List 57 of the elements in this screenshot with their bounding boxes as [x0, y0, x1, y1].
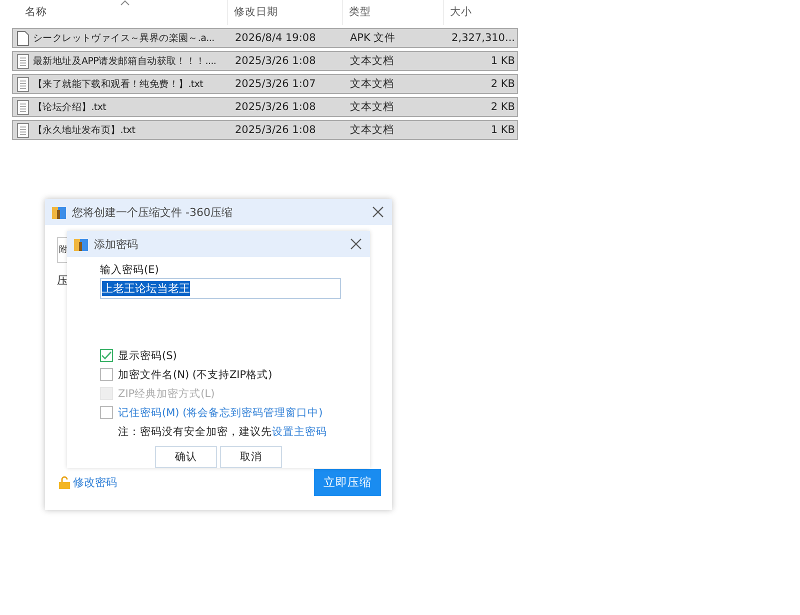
file-name: 【来了就能下载和观看！纯免费！】.txt — [33, 78, 204, 90]
column-header[interactable]: 类型 — [343, 0, 444, 25]
file-type: APK 文件 — [349, 31, 397, 45]
password-field[interactable]: 上老王论坛当老王 — [100, 278, 341, 299]
text-file-icon — [17, 54, 29, 68]
file-size: 2,327,310... — [450, 32, 516, 44]
note-text: 注：密码没有安全加密，建议先 — [118, 426, 272, 438]
file-name: 最新地址及APP请发邮箱自动获取！！！.... — [33, 54, 216, 68]
file-name: 【论坛介绍】.txt — [33, 100, 106, 114]
check-icon — [101, 351, 112, 360]
dialog-button[interactable]: 确认 — [155, 446, 217, 468]
file-name: 【永久地址发布页】.txt — [33, 124, 136, 136]
file-type: 文本文档 — [349, 54, 395, 68]
file-name: シークレットヴァイス～異界の楽園～.a... — [33, 32, 214, 44]
file-type: 文本文档 — [349, 123, 395, 137]
column-header[interactable]: 修改日期 — [228, 0, 343, 25]
checkbox[interactable] — [100, 368, 113, 381]
file-date: 2026/8/4 19:08 — [234, 32, 317, 44]
file-row[interactable]: 最新地址及APP请发邮箱自动获取！！！.... 2025/3/26 1:08 文本文档 1 KB — [12, 51, 518, 71]
option-label: 显示密码(S) — [118, 348, 177, 362]
column-header[interactable]: 名称 — [12, 0, 228, 25]
file-size: 2 KB — [490, 78, 516, 90]
file-date: 2025/3/26 1:08 — [234, 101, 317, 113]
file-date: 2025/3/26 1:07 — [234, 78, 317, 90]
file-size: 1 KB — [490, 55, 516, 67]
text-file-icon — [17, 122, 29, 138]
file-date: 2025/3/26 1:08 — [234, 55, 317, 67]
file-row[interactable]: シークレットヴァイス～異界の楽園～.a... 2026/8/4 19:08 APK 文件 2,327,310... — [12, 28, 518, 48]
lock-icon — [59, 476, 70, 489]
file-type: 文本文档 — [349, 100, 395, 114]
text-file-icon — [17, 76, 29, 92]
label-text: 压 — [57, 273, 68, 288]
archive-icon — [73, 236, 89, 252]
dialog-button[interactable]: 取消 — [220, 446, 282, 468]
option-label: 加密文件名(N) (不支持ZIP格式) — [118, 368, 272, 382]
file-size: 1 KB — [490, 124, 516, 136]
option-link[interactable]: 记住密码(M) (将会备忘到密码管理窗口中) — [118, 406, 323, 420]
field-label: 输入密码(E) — [100, 263, 160, 277]
window-title: 添加密码 — [94, 236, 139, 252]
set-master-password-link[interactable]: 设置主密码 — [272, 426, 327, 438]
close-icon — [372, 206, 384, 218]
option-label: ZIP经典加密方式(L) — [118, 386, 215, 400]
file-type: 文本文档 — [349, 77, 395, 91]
file-row[interactable]: 【论坛介绍】.txt 2025/3/26 1:08 文本文档 2 KB — [12, 97, 518, 117]
close-icon — [350, 238, 362, 250]
checkbox[interactable] — [100, 349, 113, 362]
file-date: 2025/3/26 1:08 — [234, 124, 317, 136]
document-icon — [17, 30, 29, 46]
archive-icon — [51, 204, 67, 220]
change-password-link[interactable]: 修改密码 — [73, 475, 117, 490]
text-file-icon — [17, 100, 29, 114]
file-size: 2 KB — [490, 101, 516, 113]
window-title: 您将创建一个压缩文件 -360压缩 — [72, 204, 234, 220]
column-header[interactable]: 大小 — [444, 0, 518, 25]
file-row[interactable]: 【永久地址发布页】.txt 2025/3/26 1:08 文本文档 1 KB — [12, 120, 518, 140]
file-row[interactable]: 【来了就能下载和观看！纯免费！】.txt 2025/3/26 1:07 文本文档 2 KB — [12, 74, 518, 94]
checkbox[interactable] — [100, 406, 113, 419]
